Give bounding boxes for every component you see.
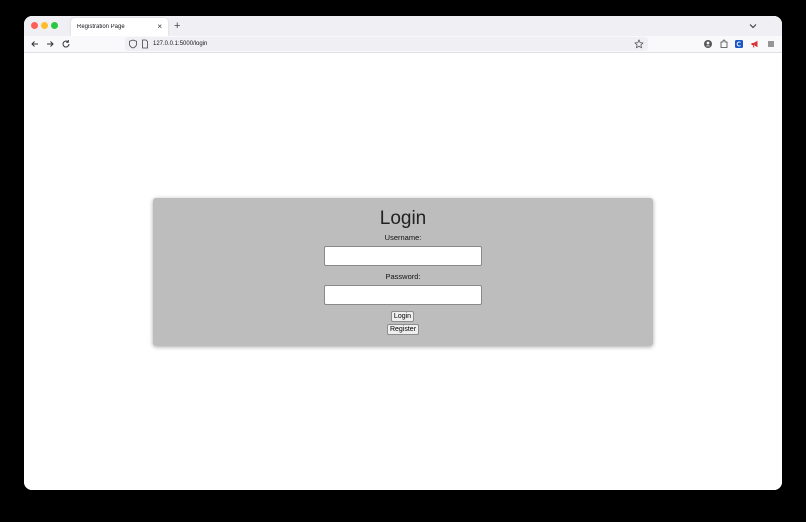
username-input[interactable] — [324, 246, 482, 266]
maximize-window-button[interactable] — [51, 22, 58, 29]
extension-c-icon[interactable] — [734, 39, 744, 49]
minimize-window-button[interactable] — [41, 22, 48, 29]
browser-window: Registration Page × + 127.0.0.1:5000/log… — [24, 16, 782, 490]
list-tabs-chevron-icon[interactable] — [746, 19, 760, 33]
back-arrow-icon[interactable] — [29, 38, 41, 50]
tab-registration-page[interactable]: Registration Page × — [71, 18, 168, 36]
page-icon[interactable] — [140, 39, 150, 49]
shield-icon[interactable] — [128, 39, 138, 49]
login-button[interactable]: Login — [391, 311, 414, 322]
tab-close-icon[interactable]: × — [157, 23, 162, 31]
account-icon[interactable] — [703, 39, 713, 49]
close-window-button[interactable] — [31, 22, 38, 29]
login-form: Login Username: Password: Login Register — [153, 198, 653, 346]
megaphone-icon[interactable] — [750, 39, 760, 49]
forward-arrow-icon[interactable] — [44, 38, 56, 50]
page-content: Login Username: Password: Login Register — [24, 53, 782, 490]
password-label: Password: — [385, 272, 421, 281]
reload-icon[interactable] — [60, 38, 72, 50]
login-title: Login — [379, 208, 427, 229]
url-text[interactable]: 127.0.0.1:5000/login — [153, 39, 207, 49]
menu-hamburger-icon[interactable] — [766, 39, 776, 49]
password-input[interactable] — [324, 285, 482, 305]
tab-bar: Registration Page × + — [24, 16, 782, 36]
register-button[interactable]: Register — [387, 324, 419, 335]
bookmark-star-icon[interactable] — [634, 39, 644, 49]
navigation-bar: 127.0.0.1:5000/login — [24, 36, 782, 53]
username-label: Username: — [384, 233, 422, 242]
new-tab-button[interactable]: + — [174, 19, 180, 33]
extensions-puzzle-icon[interactable] — [719, 39, 729, 49]
address-bar[interactable]: 127.0.0.1:5000/login — [125, 37, 648, 51]
tab-title: Registration Page — [77, 24, 125, 30]
